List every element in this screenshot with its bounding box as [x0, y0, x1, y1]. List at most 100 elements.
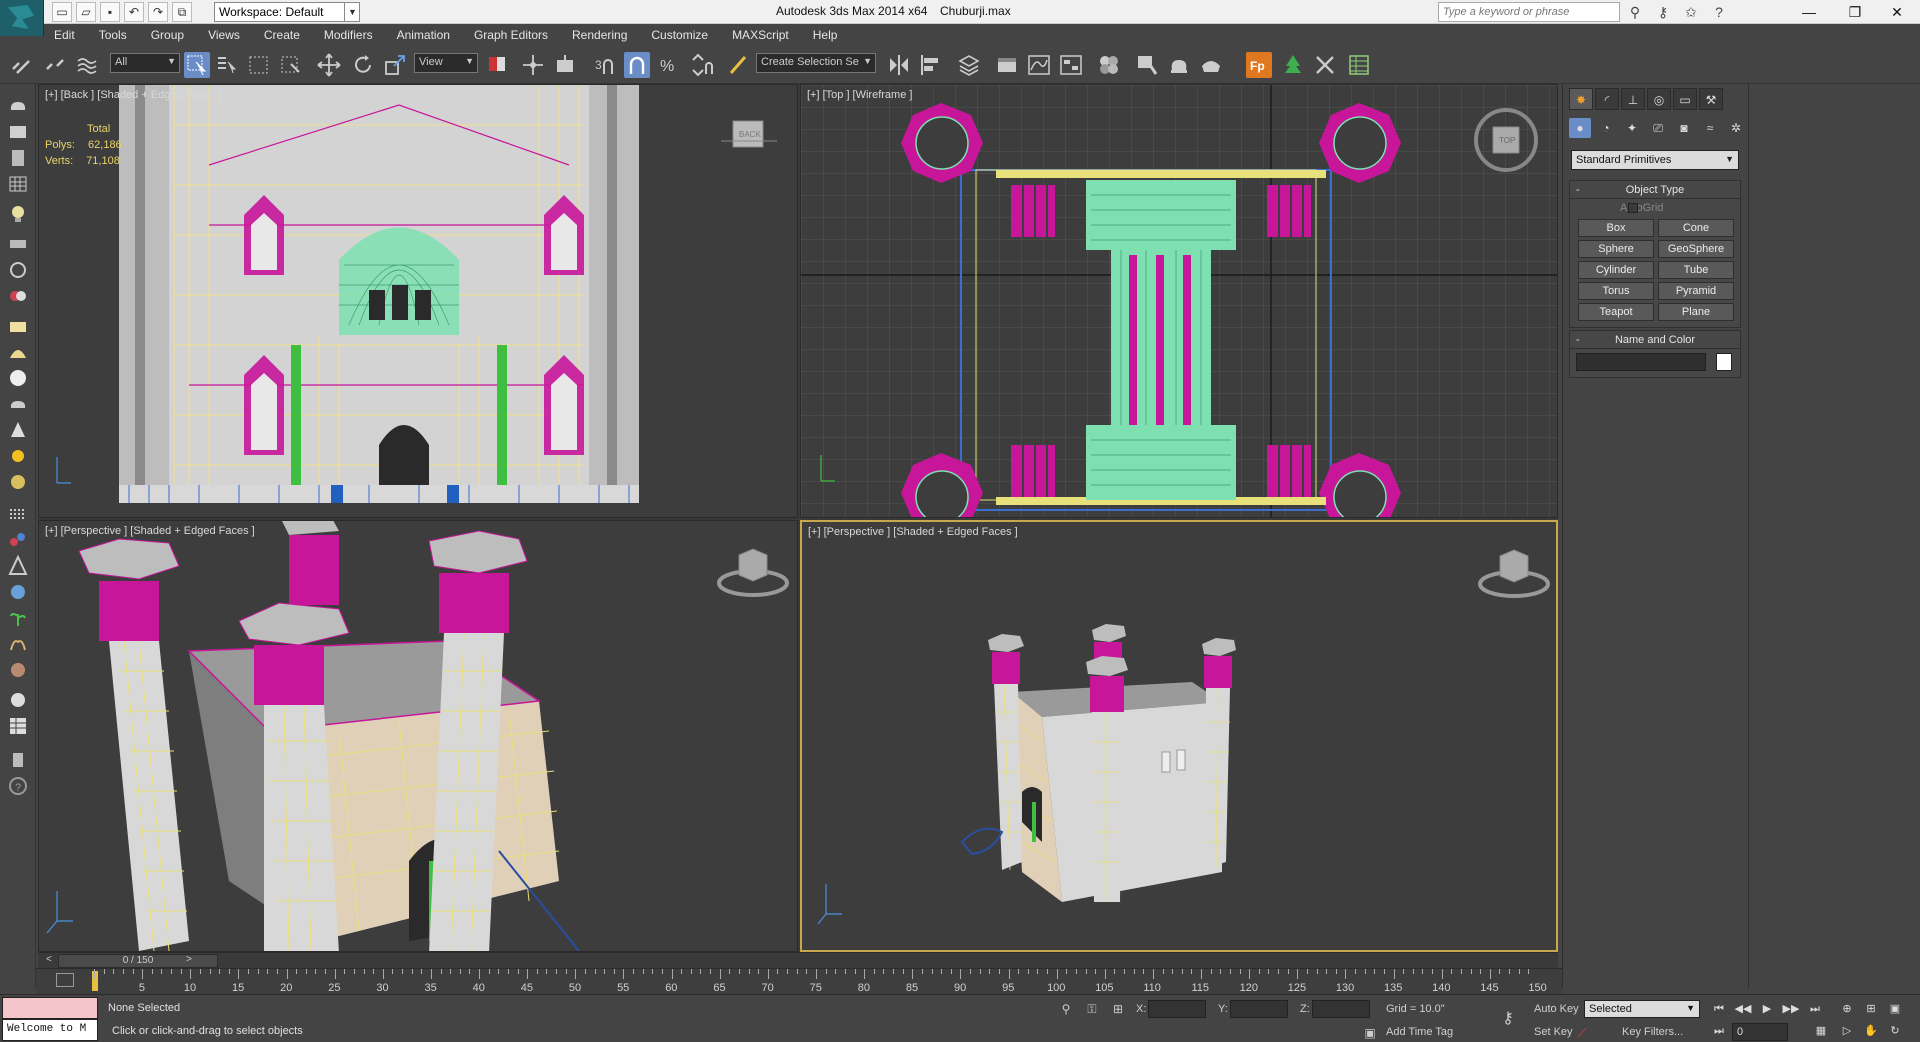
shelf-bulb-icon[interactable]	[6, 202, 30, 226]
ref-coord-dropdown[interactable]: View ▼	[414, 53, 478, 73]
cone-button[interactable]: Cone	[1658, 219, 1734, 237]
geosphere-button[interactable]: GeoSphere	[1658, 240, 1734, 258]
key-selection-dropdown[interactable]: Selected ▼	[1584, 1000, 1700, 1018]
hierarchy-tab-icon[interactable]: ⊥	[1621, 88, 1645, 110]
keyboard-shortcut-toggle-icon[interactable]	[552, 52, 578, 78]
shelf-plant-icon[interactable]	[6, 606, 30, 630]
object-name-field[interactable]	[1576, 353, 1706, 371]
utilities-tab-icon[interactable]: ⚒	[1699, 88, 1723, 110]
open-file-icon[interactable]: ▱	[76, 2, 96, 22]
viewport-perspective-left[interactable]: [+] [Perspective ] [Shaded + Edged Faces…	[38, 520, 798, 952]
schematic-view-icon[interactable]	[1058, 52, 1084, 78]
redo-icon[interactable]: ↷	[148, 2, 168, 22]
isolate-icon[interactable]: ⚲	[1058, 1001, 1074, 1017]
helpers-icon[interactable]: ◙	[1673, 118, 1695, 138]
shelf-torus-icon[interactable]	[6, 470, 30, 494]
workspace-dropdown[interactable]: Workspace: Default	[214, 2, 360, 22]
shelf-particle-icon[interactable]	[6, 502, 30, 526]
object-color-swatch[interactable]	[1716, 353, 1732, 371]
tree-plugin-icon[interactable]	[1280, 52, 1306, 78]
time-slider[interactable]: 0 / 150	[58, 954, 218, 968]
box-button[interactable]: Box	[1578, 219, 1654, 237]
shelf-plug-icon[interactable]	[6, 748, 30, 772]
time-cursor[interactable]	[92, 971, 98, 991]
new-file-icon[interactable]: ▭	[52, 2, 72, 22]
key-filters-button[interactable]: Key Filters...	[1622, 1026, 1683, 1038]
viewport-top[interactable]: [+] [Top ] [Wireframe ] TOP	[800, 84, 1558, 518]
shelf-table-icon[interactable]	[6, 714, 30, 738]
create-tab-icon[interactable]: ✸	[1569, 88, 1593, 110]
zoom-all-icon[interactable]: ⊞	[1862, 1001, 1880, 1017]
shelf-sphere-icon[interactable]	[6, 366, 30, 390]
favorites-icon[interactable]: ✩	[1680, 2, 1702, 22]
add-time-tag-button[interactable]: Add Time Tag	[1386, 1026, 1453, 1038]
pyramid-button[interactable]: Pyramid	[1658, 282, 1734, 300]
track-bar[interactable]: 5 10 15 20 25 30 35 40 45 50 55 60 65 70 75 80 85 90 95 100…	[36, 968, 1562, 994]
unlink-icon[interactable]	[42, 52, 68, 78]
shelf-render-icon[interactable]	[6, 284, 30, 308]
viewport-perspective-right[interactable]: [+] [Perspective ] [Shaded + Edged Faces…	[800, 520, 1558, 952]
x-coord-field[interactable]	[1148, 1000, 1206, 1018]
shelf-cloth-icon[interactable]	[6, 658, 30, 682]
project-folder-icon[interactable]: ⧉	[172, 2, 192, 22]
spinner-snap-icon[interactable]	[688, 52, 714, 78]
shapes-icon[interactable]: ◔	[1595, 118, 1617, 138]
name-color-header[interactable]: - Name and Color	[1570, 331, 1740, 349]
shelf-sun-icon[interactable]	[6, 444, 30, 468]
zoom-icon[interactable]: ⊕	[1838, 1001, 1856, 1017]
auto-key-button[interactable]: Auto Key	[1534, 1003, 1579, 1015]
systems-icon[interactable]: ✲	[1725, 118, 1747, 138]
menu-animation[interactable]: Animation	[385, 24, 462, 46]
rectangular-region-icon[interactable]	[246, 52, 272, 78]
menu-edit[interactable]: Edit	[44, 24, 87, 46]
curve-editor-icon[interactable]	[1026, 52, 1052, 78]
viewport-label[interactable]: [+] [Perspective ] [Shaded + Edged Faces…	[45, 525, 255, 537]
object-type-header[interactable]: - Object Type	[1570, 181, 1740, 199]
select-link-icon[interactable]	[8, 52, 34, 78]
modify-tab-icon[interactable]: ◜	[1595, 88, 1619, 110]
edit-named-selection-icon[interactable]	[726, 52, 752, 78]
spacewarps-icon[interactable]: ≈	[1699, 118, 1721, 138]
menu-graph-editors[interactable]: Graph Editors	[462, 24, 560, 46]
chevron-down-icon[interactable]: ▼	[344, 2, 360, 22]
tube-button[interactable]: Tube	[1658, 261, 1734, 279]
maxscript-listener[interactable]	[2, 997, 98, 1019]
window-crossing-icon[interactable]	[278, 52, 304, 78]
mirror-icon[interactable]	[886, 52, 912, 78]
menu-tools[interactable]: Tools	[87, 24, 139, 46]
viewport-back[interactable]: [+] [Back ] [Shaded + Edged Faces ] Tota…	[38, 84, 798, 518]
next-frame-icon[interactable]: ▶▶	[1782, 1001, 1800, 1017]
motion-tab-icon[interactable]: ◎	[1647, 88, 1671, 110]
shelf-teapot-icon[interactable]	[6, 94, 30, 118]
shelf-camera-icon[interactable]	[6, 120, 30, 144]
mini-curve-editor-icon[interactable]	[56, 973, 74, 987]
cylinder-button[interactable]: Cylinder	[1578, 261, 1654, 279]
shelf-grid-icon[interactable]	[6, 172, 30, 196]
shelf-rotate-icon[interactable]	[6, 258, 30, 282]
named-selection-dropdown[interactable]: Create Selection Se ▼	[756, 53, 876, 73]
time-prev-button[interactable]: <	[46, 954, 52, 965]
viewport-label[interactable]: [+] [Top ] [Wireframe ]	[807, 89, 912, 101]
previous-frame-icon[interactable]: ◀◀	[1734, 1001, 1752, 1017]
scale-icon[interactable]	[382, 52, 408, 78]
shelf-cone-icon[interactable]	[6, 418, 30, 442]
time-config-icon[interactable]: ▦	[1812, 1023, 1830, 1039]
go-to-end-icon[interactable]: ⏭	[1806, 1001, 1824, 1017]
menu-group[interactable]: Group	[139, 24, 196, 46]
rotate-icon[interactable]	[350, 52, 376, 78]
list-plugin-icon[interactable]	[1346, 52, 1372, 78]
selection-filter-dropdown[interactable]: All ▼	[110, 53, 180, 73]
current-frame-field[interactable]: 0	[1732, 1023, 1788, 1041]
shelf-biped-icon[interactable]	[6, 554, 30, 578]
viewport-label[interactable]: [+] [Perspective ] [Shaded + Edged Faces…	[808, 526, 1018, 538]
cameras-icon[interactable]: ⎚	[1647, 118, 1669, 138]
search-input[interactable]: Type a keyword or phrase	[1438, 2, 1620, 22]
go-to-start-icon[interactable]: ⏮	[1710, 1001, 1728, 1017]
menu-rendering[interactable]: Rendering	[560, 24, 639, 46]
shelf-drive-icon[interactable]	[6, 232, 30, 256]
material-editor-icon[interactable]	[1096, 52, 1122, 78]
align-icon[interactable]	[918, 52, 944, 78]
shelf-help-icon[interactable]: ?	[6, 774, 30, 798]
shelf-gear-icon[interactable]	[6, 580, 30, 604]
play-icon[interactable]: ▶	[1758, 1001, 1776, 1017]
